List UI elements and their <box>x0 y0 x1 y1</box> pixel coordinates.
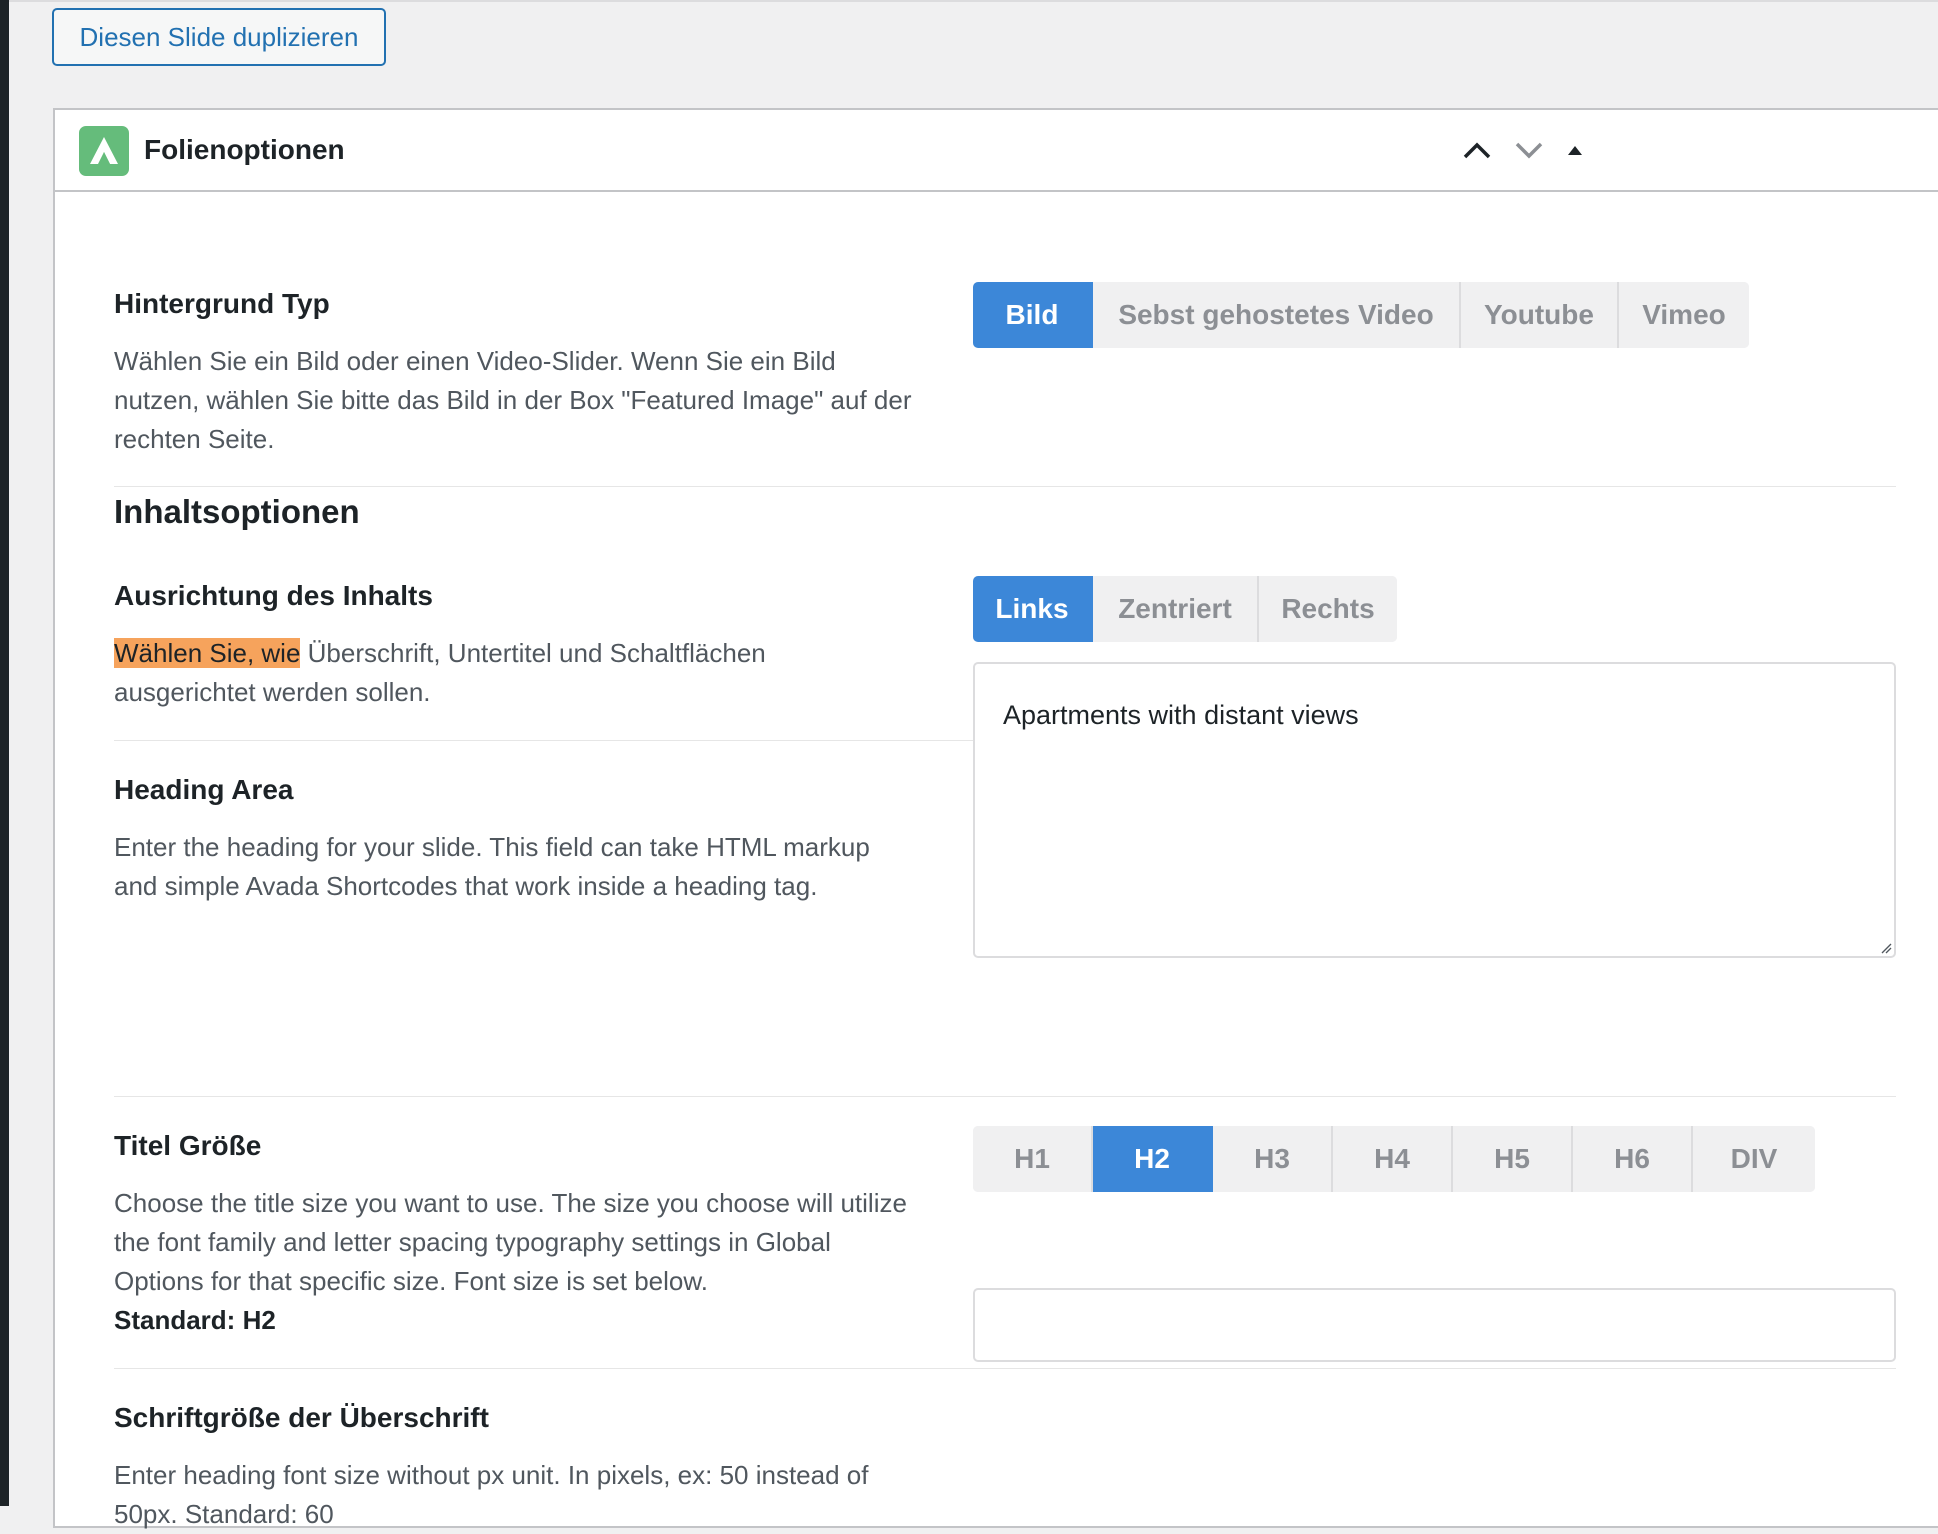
option-h2[interactable]: H2 <box>1093 1126 1213 1192</box>
heading-area-textarea[interactable]: Apartments with distant views <box>973 662 1896 958</box>
alignment-selector: Links Zentriert Rechts <box>973 576 1397 642</box>
option-h1[interactable]: H1 <box>973 1126 1093 1192</box>
panel-header: Folienoptionen <box>55 110 1938 192</box>
heading-area-label: Heading Area <box>114 774 294 805</box>
option-vimeo[interactable]: Vimeo <box>1619 282 1749 348</box>
avada-logo-icon <box>79 126 129 176</box>
title-size-selector: H1 H2 H3 H4 H5 H6 DIV <box>973 1126 1815 1192</box>
row-divider <box>114 1368 1896 1369</box>
move-up-button[interactable] <box>1457 130 1497 170</box>
chevron-down-icon <box>1515 142 1543 159</box>
option-h3[interactable]: H3 <box>1213 1126 1333 1192</box>
option-links[interactable]: Links <box>973 576 1093 642</box>
background-type-description: Wählen Sie ein Bild oder einen Video-Sli… <box>114 346 912 454</box>
option-rechts[interactable]: Rechts <box>1259 576 1397 642</box>
row-divider <box>114 486 1896 487</box>
move-down-button[interactable] <box>1509 130 1549 170</box>
content-options-heading: Inhaltsoptionen <box>114 493 360 530</box>
option-h4[interactable]: H4 <box>1333 1126 1453 1192</box>
toggle-panel-button[interactable] <box>1555 130 1595 170</box>
title-size-description-text: Choose the title size you want to use. T… <box>114 1188 907 1296</box>
row-divider <box>114 1096 1896 1097</box>
option-h6[interactable]: H6 <box>1573 1126 1693 1192</box>
highlighted-text: Wählen Sie, wie <box>114 638 301 668</box>
background-type-label: Hintergrund Typ <box>114 288 330 319</box>
top-divider <box>9 0 1938 2</box>
title-size-default: Standard: H2 <box>114 1305 276 1335</box>
option-zentriert[interactable]: Zentriert <box>1093 576 1259 642</box>
panel-title: Folienoptionen <box>144 134 345 165</box>
option-div[interactable]: DIV <box>1693 1126 1815 1192</box>
background-type-selector: Bild Sebst gehostetes Video Youtube Vime… <box>973 282 1749 348</box>
alignment-label: Ausrichtung des Inhalts <box>114 580 433 611</box>
option-h5[interactable]: H5 <box>1453 1126 1573 1192</box>
heading-area-description: Enter the heading for your slide. This f… <box>114 832 870 901</box>
title-size-description: Choose the title size you want to use. T… <box>114 1184 914 1340</box>
title-size-label: Titel Größe <box>114 1130 262 1161</box>
option-youtube[interactable]: Youtube <box>1461 282 1619 348</box>
heading-font-size-input[interactable] <box>973 1288 1896 1362</box>
option-bild[interactable]: Bild <box>973 282 1093 348</box>
resize-handle-icon[interactable] <box>1880 942 1892 954</box>
heading-font-size-description: Enter heading font size without px unit.… <box>114 1460 869 1529</box>
admin-sidebar-edge <box>0 0 9 1506</box>
heading-font-size-label: Schriftgröße der Überschrift <box>114 1402 489 1433</box>
triangle-up-icon <box>1568 146 1582 155</box>
chevron-up-icon <box>1463 142 1491 159</box>
duplicate-slide-button[interactable]: Diesen Slide duplizieren <box>52 8 386 66</box>
alignment-description: Wählen Sie, wie Überschrift, Untertitel … <box>114 634 914 712</box>
option-self-hosted-video[interactable]: Sebst gehostetes Video <box>1093 282 1461 348</box>
